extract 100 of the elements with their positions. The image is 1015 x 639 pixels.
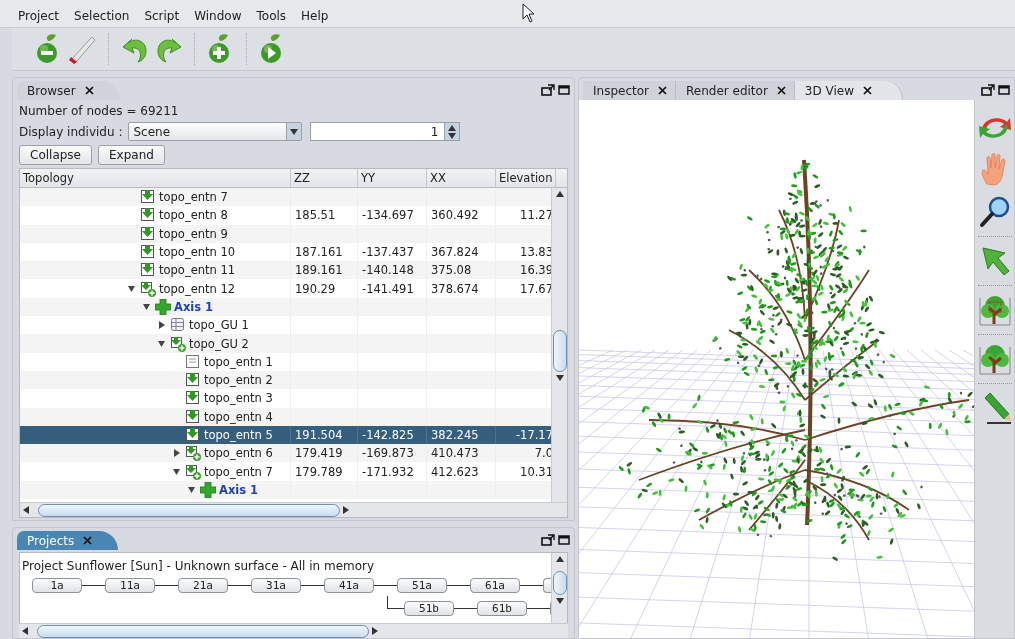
expanded-triangle-icon[interactable] — [158, 339, 166, 348]
view-tab[interactable]: Render editor — [676, 81, 795, 100]
detach-icon[interactable] — [541, 534, 555, 546]
tree-row[interactable]: topo_entn 7 — [20, 188, 551, 207]
arrow-document-icon[interactable] — [140, 225, 156, 242]
scale-node[interactable]: 61a — [470, 578, 520, 593]
table-cell: 375.08 — [431, 263, 472, 278]
close-icon[interactable] — [84, 86, 94, 95]
node-label: Axis 1 — [174, 299, 214, 314]
connector-line — [374, 585, 397, 586]
arrow-document-icon[interactable] — [185, 372, 201, 389]
menu-item[interactable]: Project — [18, 8, 60, 23]
project-title: Project Sunflower [Sun] - Unknown surface - All in memory — [22, 559, 375, 573]
arrow-document-icon[interactable] — [185, 408, 201, 425]
column-header[interactable]: Topology — [20, 169, 291, 187]
node-label: topo_entn 1 — [204, 354, 273, 369]
menu-item[interactable]: Selection — [74, 8, 130, 23]
document-icon[interactable] — [185, 353, 201, 370]
close-icon[interactable] — [863, 86, 872, 95]
node-label: topo_GU 2 — [189, 336, 249, 351]
tree-row[interactable]: topo_GU 2 — [20, 334, 551, 353]
column-header[interactable]: XX — [427, 169, 496, 187]
horizontal-scrollbar[interactable] — [20, 502, 567, 517]
display-label: Display individu : — [19, 124, 123, 139]
view-tab[interactable]: Inspector — [583, 81, 676, 100]
arrow-document-icon[interactable] — [185, 427, 201, 443]
node-count-label: Number of nodes = 69211 — [19, 104, 179, 118]
view-tab[interactable]: 3D View — [794, 81, 903, 100]
table-cell: 360.492 — [431, 208, 479, 223]
panel-tab[interactable]: Projects — [17, 531, 119, 550]
expanded-triangle-icon[interactable] — [173, 467, 181, 476]
plus-icon[interactable] — [200, 481, 216, 498]
scale-node[interactable]: 1a — [32, 578, 82, 593]
collapsed-triangle-icon[interactable] — [158, 321, 166, 330]
document-plus-icon[interactable] — [170, 335, 186, 352]
close-icon[interactable] — [658, 86, 667, 95]
node-label: topo_entn 5 — [204, 428, 273, 442]
panel-button[interactable]: Expand — [98, 144, 165, 165]
spinner-up-icon[interactable] — [448, 123, 457, 132]
expanded-triangle-icon[interactable] — [143, 302, 151, 311]
spinner-down-icon[interactable] — [448, 131, 457, 140]
document-plus-icon[interactable] — [140, 280, 156, 297]
node-label: topo_GU 1 — [189, 318, 249, 333]
maximize-icon[interactable] — [998, 84, 1010, 96]
table-cell: 179.789 — [295, 464, 343, 479]
arrow-document-icon[interactable] — [140, 244, 156, 261]
table-cell: -134.697 — [362, 208, 414, 223]
menu-item[interactable]: Window — [194, 8, 242, 23]
scale-node[interactable]: 61b — [477, 601, 527, 616]
table-cell: -137.437 — [362, 245, 414, 260]
menu-item[interactable]: Script — [144, 8, 180, 23]
detach-icon[interactable] — [541, 84, 555, 96]
arrow-document-icon[interactable] — [185, 390, 201, 407]
scale-node[interactable]: 51b — [404, 601, 454, 616]
scale-node[interactable]: 31a — [251, 578, 301, 593]
vertical-scrollbar[interactable] — [551, 553, 567, 623]
plus-icon[interactable] — [155, 298, 171, 315]
scale-node[interactable]: 21a — [178, 578, 228, 593]
node-label: topo_entn 3 — [204, 391, 273, 406]
table-cell: 191.504 — [295, 428, 343, 442]
panel-button[interactable]: Collapse — [19, 144, 92, 165]
maximize-icon[interactable] — [558, 84, 570, 96]
table-cell: -169.873 — [362, 446, 414, 461]
document-plus-icon[interactable] — [185, 445, 201, 462]
display-dropdown[interactable]: Scene — [128, 122, 303, 141]
menu-item[interactable]: Tools — [256, 8, 287, 23]
arrow-document-icon[interactable] — [140, 262, 156, 279]
expanded-triangle-icon[interactable] — [128, 284, 136, 293]
maximize-icon[interactable] — [558, 534, 570, 546]
menu-item[interactable]: Help — [301, 8, 329, 23]
document-plus-icon[interactable] — [185, 463, 201, 480]
column-header[interactable]: Elevation — [496, 169, 556, 187]
number-spinner[interactable]: 1 — [310, 122, 461, 141]
collapsed-triangle-icon[interactable] — [173, 449, 181, 458]
node-label: topo_entn 9 — [159, 226, 228, 241]
vertical-scrollbar[interactable] — [551, 188, 567, 502]
table-cell: 187.161 — [295, 245, 343, 260]
column-header[interactable]: ZZ — [291, 169, 358, 187]
panel-tab[interactable]: Browser — [17, 81, 120, 100]
scale-node[interactable]: 51a — [397, 578, 447, 593]
grid-icon[interactable] — [170, 317, 186, 334]
scale-node[interactable]: 41a — [324, 578, 374, 593]
horizontal-scrollbar[interactable] — [19, 623, 568, 638]
connector-line — [155, 585, 178, 586]
node-label: topo_entn 11 — [159, 263, 236, 278]
expanded-triangle-icon[interactable] — [188, 485, 196, 494]
node-label: topo_entn 7 — [159, 190, 228, 205]
connector-line — [228, 585, 251, 586]
detach-icon[interactable] — [981, 84, 995, 96]
arrow-document-icon[interactable] — [140, 207, 156, 224]
arrow-document-icon[interactable] — [140, 189, 156, 206]
table-cell: -141.491 — [362, 281, 414, 296]
dropdown-arrow-icon[interactable] — [290, 127, 299, 136]
table-cell: 410.473 — [431, 446, 479, 461]
column-header[interactable]: YY — [358, 169, 427, 187]
close-icon[interactable] — [776, 86, 786, 95]
3d-viewport[interactable] — [579, 100, 974, 638]
table-cell: 378.674 — [431, 281, 479, 296]
table-cell: 382.245 — [431, 428, 479, 442]
scale-node[interactable]: 11a — [105, 578, 155, 593]
